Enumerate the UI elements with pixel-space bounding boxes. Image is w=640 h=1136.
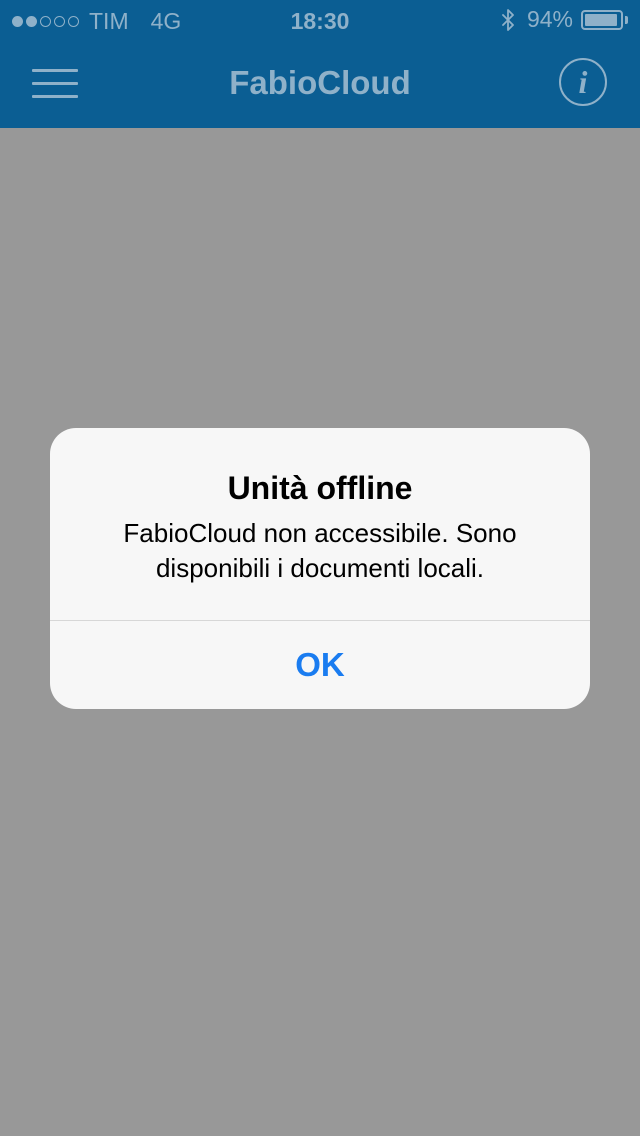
battery-percent: 94%	[526, 6, 573, 32]
status-right: 94%	[501, 6, 628, 33]
signal-dot	[12, 16, 23, 27]
signal-dot	[54, 16, 65, 27]
signal-dot	[68, 16, 79, 27]
alert-title: Unità offline	[227, 470, 413, 506]
status-bar: TIM 4G 18:30 94%	[0, 0, 640, 40]
carrier-name: TIM	[89, 8, 129, 34]
battery-fill	[585, 13, 617, 26]
alert-message: FabioCloud non accessibile. Sono disponi…	[123, 518, 517, 583]
battery-icon	[581, 9, 623, 30]
signal-strength-icon	[12, 16, 79, 27]
navigation-bar: FabioCloud i	[0, 40, 640, 128]
signal-dot	[26, 16, 37, 27]
info-icon[interactable]: i	[559, 58, 607, 106]
ok-button[interactable]: OK	[50, 621, 590, 709]
status-left: TIM 4G	[12, 8, 181, 35]
signal-dot	[40, 16, 51, 27]
network-type: 4G	[150, 8, 182, 34]
bluetooth-icon	[501, 8, 515, 32]
info-glyph: i	[578, 64, 588, 100]
alert-dialog: Unità offline FabioCloud non accessibile…	[50, 428, 590, 709]
page-title: FabioCloud	[229, 64, 411, 101]
battery-cap	[625, 15, 628, 24]
